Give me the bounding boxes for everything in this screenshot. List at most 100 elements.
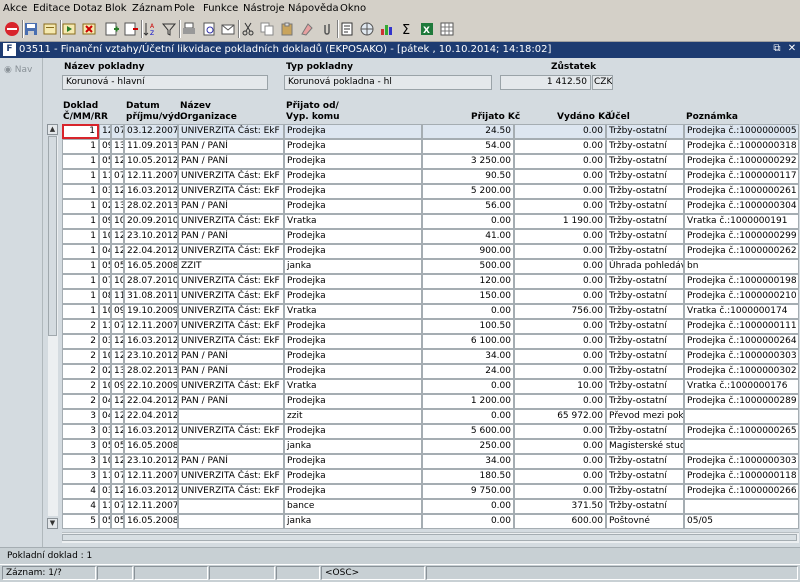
cell-doc-year[interactable]: 07 [111,499,124,514]
cell-organization[interactable]: UNIVERZITA Část: EkF [178,124,284,139]
cell-doc-month[interactable]: 10 [99,229,111,244]
table-row[interactable]: 1051210.05.2012PAN / PANÍProdejka3 250.0… [62,154,799,170]
attachment-icon[interactable] [318,20,336,38]
menu-item-8[interactable]: Nápověda [288,3,339,14]
cell-received-from[interactable]: Prodejka [284,319,422,334]
cell-note[interactable]: Prodejka č.:1000000261 [684,184,799,199]
cell-doc-month[interactable]: 10 [99,349,111,364]
cell-doc-month[interactable]: 03 [99,484,111,499]
cell-date[interactable]: 12.11.2007 [124,469,178,484]
cell-doc-number[interactable]: 3 [62,439,99,454]
table-row[interactable]: 4110712.11.2007 bance0.00371.50Tržby-osta… [62,499,799,515]
cell-received-czk[interactable]: 0.00 [422,409,514,424]
cell-doc-month[interactable]: 03 [99,424,111,439]
cell-issued-czk[interactable]: 0.00 [514,154,606,169]
cell-doc-month[interactable]: 04 [99,409,111,424]
cell-date[interactable]: 28.02.2013 [124,364,178,379]
cell-purpose[interactable]: Tržby-ostatní [606,184,684,199]
cell-received-czk[interactable]: 0.00 [422,304,514,319]
cell-received-czk[interactable]: 100.50 [422,319,514,334]
cell-received-czk[interactable]: 34.00 [422,454,514,469]
cell-doc-number[interactable]: 1 [62,124,99,139]
cell-organization[interactable]: UNIVERZITA Část: EkF [178,484,284,499]
cell-received-czk[interactable]: 24.00 [422,364,514,379]
cell-doc-number[interactable]: 1 [62,184,99,199]
cell-purpose[interactable]: Převod mezi poklad [606,409,684,424]
cell-received-czk[interactable]: 90.50 [422,169,514,184]
cell-note[interactable]: Prodejka č.:1000000318 [684,139,799,154]
cell-doc-number[interactable]: 1 [62,214,99,229]
cell-doc-number[interactable]: 4 [62,499,99,514]
cell-doc-year[interactable]: 12 [111,184,124,199]
cell-received-from[interactable]: janka [284,514,422,529]
cell-date[interactable]: 28.02.2013 [124,199,178,214]
cell-date[interactable]: 23.10.2012 [124,229,178,244]
cell-received-czk[interactable]: 250.00 [422,439,514,454]
cell-organization[interactable]: PAN / PANÍ [178,154,284,169]
cell-organization[interactable]: PAN / PANÍ [178,394,284,409]
menu-item-1[interactable]: Editace [33,3,70,14]
cell-doc-number[interactable]: 1 [62,139,99,154]
cell-doc-month[interactable]: 04 [99,394,111,409]
cell-date[interactable]: 19.10.2009 [124,304,178,319]
cell-doc-number[interactable]: 5 [62,514,99,529]
cell-doc-number[interactable]: 1 [62,289,99,304]
cell-issued-czk[interactable]: 371.50 [514,499,606,514]
cell-doc-year[interactable]: 12 [111,334,124,349]
cell-received-czk[interactable]: 34.00 [422,349,514,364]
cell-doc-number[interactable]: 2 [62,334,99,349]
cell-note[interactable]: Prodejka č.:1000000262 [684,244,799,259]
cell-doc-year[interactable]: 12 [111,229,124,244]
cell-doc-month[interactable]: 09 [99,139,111,154]
grid-icon[interactable] [438,20,456,38]
cell-issued-czk[interactable]: 0.00 [514,349,606,364]
cell-received-czk[interactable]: 0.00 [422,499,514,514]
cell-note[interactable] [684,499,799,514]
cell-organization[interactable]: PAN / PANÍ [178,229,284,244]
cell-issued-czk[interactable]: 0.00 [514,319,606,334]
cell-purpose[interactable]: Tržby-ostatní [606,334,684,349]
cell-received-czk[interactable]: 24.50 [422,124,514,139]
cell-received-czk[interactable]: 150.00 [422,289,514,304]
cell-date[interactable]: 16.03.2012 [124,184,178,199]
cell-doc-year[interactable]: 05 [111,259,124,274]
cell-note[interactable]: Prodejka č.:1000000266 [684,484,799,499]
cell-received-from[interactable]: Vratka [284,214,422,229]
cell-received-czk[interactable]: 9 750.00 [422,484,514,499]
cell-issued-czk[interactable]: 0.00 [514,274,606,289]
cell-doc-year[interactable]: 12 [111,454,124,469]
menu-item-3[interactable]: Blok [105,3,127,14]
table-row[interactable]: 3041222.04.2012 zzit0.0065 972.00Převod m… [62,409,799,425]
cell-issued-czk[interactable]: 0.00 [514,439,606,454]
cell-purpose[interactable]: Tržby-ostatní [606,229,684,244]
cell-issued-czk[interactable]: 0.00 [514,169,606,184]
cell-doc-year[interactable]: 11 [111,289,124,304]
cell-issued-czk[interactable]: 0.00 [514,469,606,484]
table-row[interactable]: 1050516.05.2008ZZITjanka500.000.00Úhrada… [62,259,799,275]
cell-doc-month[interactable]: 11 [99,499,111,514]
cell-doc-year[interactable]: 10 [111,274,124,289]
menu-item-4[interactable]: Záznam [132,3,172,14]
cell-doc-number[interactable]: 2 [62,394,99,409]
cell-doc-number[interactable]: 1 [62,274,99,289]
sum-icon[interactable]: Σ [398,20,416,38]
cell-doc-month[interactable]: 11 [99,169,111,184]
cell-purpose[interactable]: Magisterské studiur [606,439,684,454]
cell-date[interactable]: 11.09.2013 [124,139,178,154]
cell-doc-month[interactable]: 11 [99,319,111,334]
cell-received-from[interactable]: Prodejka [284,484,422,499]
cell-received-czk[interactable]: 500.00 [422,259,514,274]
cell-issued-czk[interactable]: 10.00 [514,379,606,394]
cell-received-from[interactable]: Prodejka [284,124,422,139]
cell-date[interactable]: 23.10.2012 [124,454,178,469]
cell-received-from[interactable]: Prodejka [284,424,422,439]
cell-doc-month[interactable]: 09 [99,214,111,229]
close-window-icon[interactable]: ✕ [786,43,798,55]
restore-window-icon[interactable]: ⧉ [771,43,783,55]
horizontal-scroll-thumb[interactable] [62,534,797,541]
delete-record-icon[interactable] [122,20,140,38]
cell-doc-month[interactable]: 07 [99,274,111,289]
cell-purpose[interactable]: Tržby-ostatní [606,364,684,379]
cell-doc-number[interactable]: 4 [62,484,99,499]
table-row[interactable]: 1091020.09.2010UNIVERZITA Část: EkFVratk… [62,214,799,230]
